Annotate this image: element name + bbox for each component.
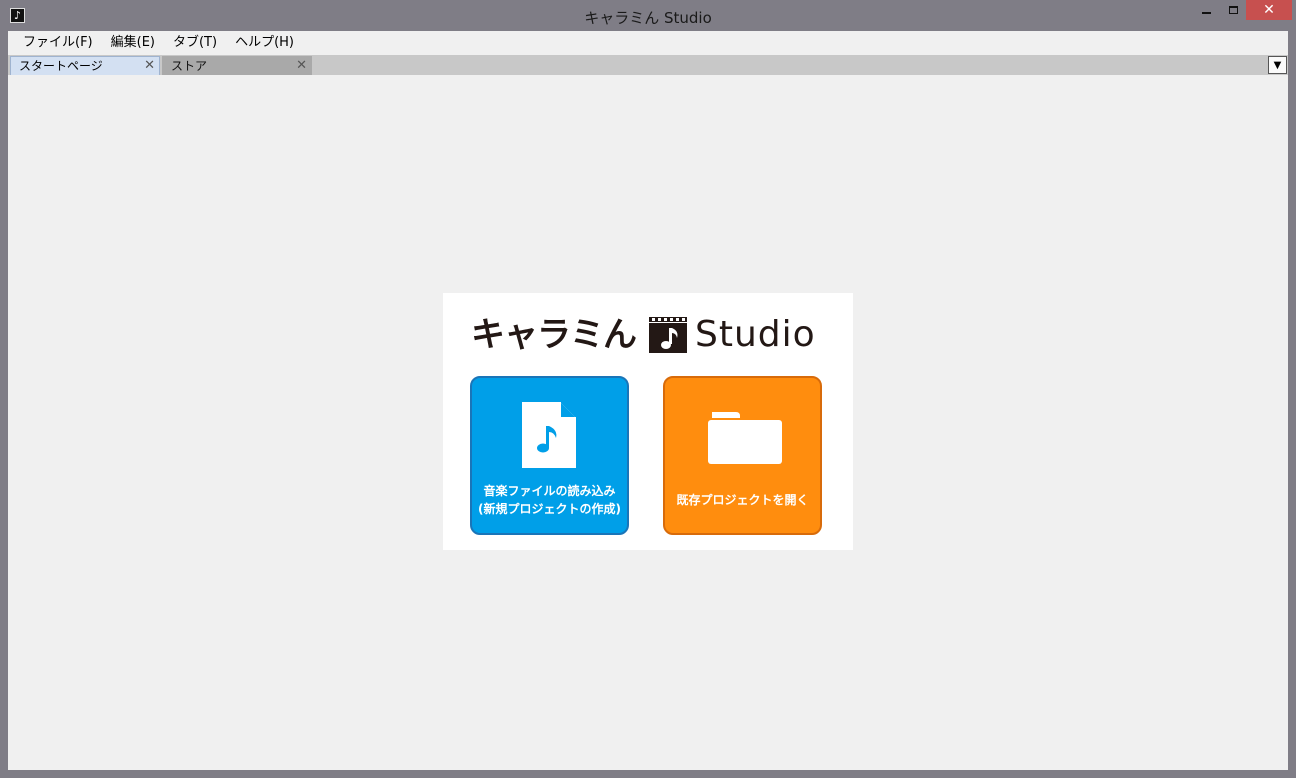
open-project-button[interactable]: 既存プロジェクトを開く (663, 376, 822, 535)
film-music-note-icon (649, 317, 687, 353)
tab-close-icon[interactable]: ✕ (144, 57, 155, 75)
tab-store[interactable]: ストア ✕ (162, 56, 312, 75)
menu-bar: ファイル(F) 編集(E) タブ(T) ヘルプ(H) (8, 31, 1288, 55)
open-button-label: 既存プロジェクトを開く (676, 493, 809, 507)
logo-studio-text: Studio (695, 314, 816, 355)
tab-label: スタートページ (19, 59, 103, 73)
menu-edit[interactable]: 編集(E) (102, 32, 164, 54)
load-button-line2: (新規プロジェクトの作成) (478, 502, 621, 516)
minimize-icon (1202, 12, 1211, 14)
window-title: キャラミん Studio (584, 9, 712, 27)
tab-label: ストア (171, 59, 208, 73)
logo-japanese-text: キャラミん (471, 315, 637, 355)
start-page-content: キャラミん Studio 音楽ファイルの読み込み (新規プロジェクトの作成) 既… (8, 75, 1288, 770)
tab-list-dropdown-button[interactable]: ▼ (1268, 56, 1287, 74)
load-button-label: 音楽ファイルの読み込み (新規プロジェクトの作成) (472, 482, 627, 518)
close-button[interactable]: ✕ (1246, 0, 1292, 20)
tab-start-page[interactable]: スタートページ ✕ (10, 56, 160, 75)
maximize-button[interactable] (1220, 0, 1246, 20)
menu-tab[interactable]: タブ(T) (164, 32, 226, 54)
minimize-button[interactable] (1193, 0, 1220, 20)
chevron-down-icon: ▼ (1273, 59, 1282, 71)
close-icon: ✕ (1263, 2, 1275, 18)
app-window: ♪ キャラミん Studio ✕ ファイル(F) 編集(E) タブ(T) ヘルプ… (0, 0, 1296, 778)
maximize-icon (1228, 6, 1238, 14)
load-music-file-button[interactable]: 音楽ファイルの読み込み (新規プロジェクトの作成) (470, 376, 629, 535)
menu-file[interactable]: ファイル(F) (14, 32, 102, 54)
tab-close-icon[interactable]: ✕ (296, 57, 307, 75)
folder-icon (708, 412, 782, 464)
start-panel: キャラミん Studio 音楽ファイルの読み込み (新規プロジェクトの作成) 既… (443, 293, 853, 550)
load-button-line1: 音楽ファイルの読み込み (483, 484, 616, 498)
app-logo: キャラミん Studio (471, 314, 823, 356)
title-bar[interactable]: ♪ キャラミん Studio ✕ (0, 0, 1296, 31)
tab-strip: スタートページ ✕ ストア ✕ ▼ (8, 55, 1288, 75)
music-file-icon (522, 402, 576, 468)
menu-help[interactable]: ヘルプ(H) (226, 32, 303, 54)
